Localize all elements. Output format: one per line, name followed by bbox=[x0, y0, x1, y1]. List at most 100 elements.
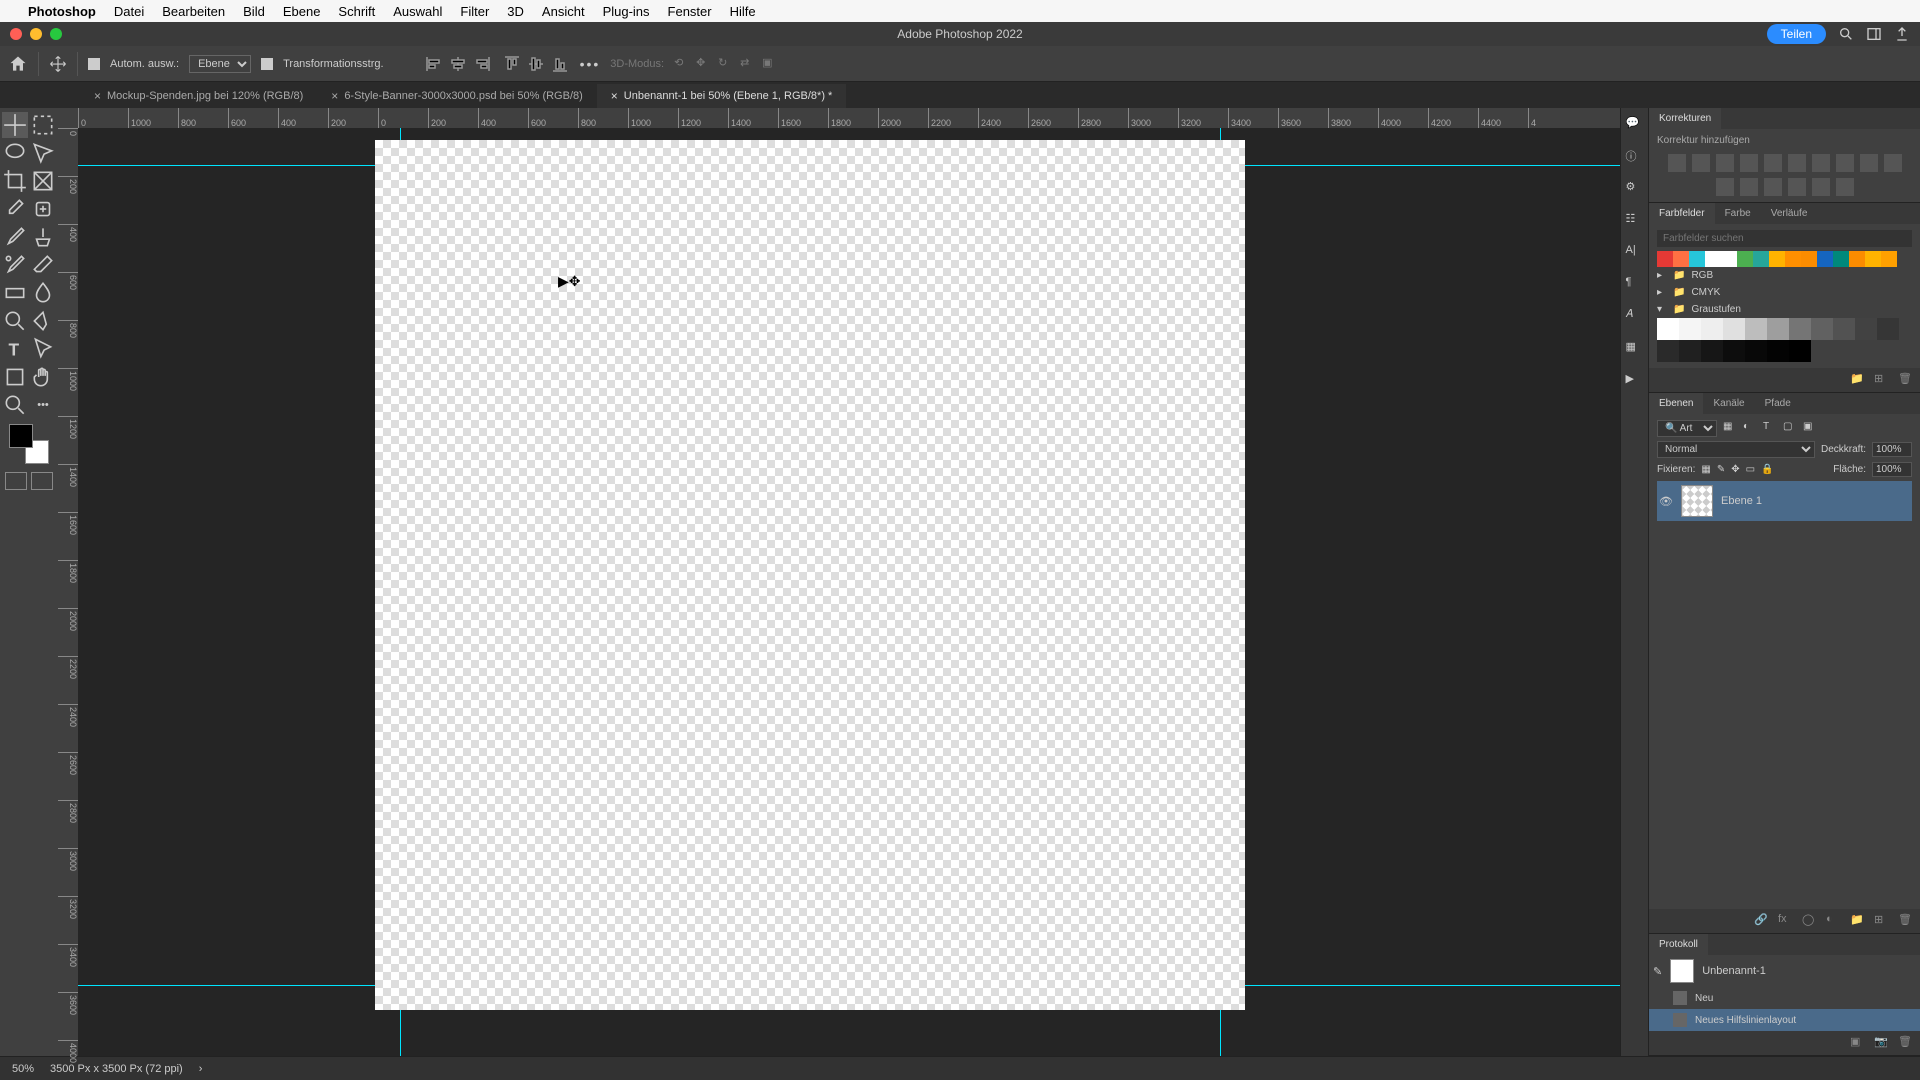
quick-mask-icon[interactable] bbox=[5, 472, 27, 490]
invert-icon[interactable] bbox=[1740, 178, 1758, 196]
history-brush-source-icon[interactable]: ✎ bbox=[1653, 965, 1662, 978]
curves-icon[interactable] bbox=[1716, 154, 1734, 172]
screen-mode-icon[interactable] bbox=[31, 472, 53, 490]
paragraph-icon[interactable]: ¶ bbox=[1626, 276, 1644, 294]
color-balance-icon[interactable] bbox=[1812, 154, 1830, 172]
lock-transparent-icon[interactable]: ▦ bbox=[1701, 464, 1710, 475]
layers-tab[interactable]: Ebenen bbox=[1649, 393, 1703, 414]
filter-type-icon[interactable]: T bbox=[1763, 421, 1779, 437]
new-group-icon[interactable]: 📁 bbox=[1850, 372, 1866, 388]
brightness-icon[interactable] bbox=[1668, 154, 1686, 172]
swatch[interactable] bbox=[1701, 318, 1723, 340]
align-vcenter[interactable] bbox=[526, 54, 546, 74]
history-tab[interactable]: Protokoll bbox=[1649, 934, 1708, 955]
swatch[interactable] bbox=[1753, 251, 1769, 267]
adjustment-layer-icon[interactable]: ◐ bbox=[1826, 913, 1842, 929]
document-canvas[interactable] bbox=[375, 140, 1245, 1010]
layer-thumbnail[interactable] bbox=[1681, 485, 1713, 517]
swatch[interactable] bbox=[1817, 251, 1833, 267]
hand-tool[interactable] bbox=[30, 364, 56, 390]
share-button[interactable]: Teilen bbox=[1767, 24, 1826, 44]
swatch[interactable] bbox=[1657, 340, 1679, 362]
swatch[interactable] bbox=[1745, 340, 1767, 362]
healing-tool[interactable] bbox=[30, 196, 56, 222]
layer-name[interactable]: Ebene 1 bbox=[1721, 495, 1762, 507]
threshold-icon[interactable] bbox=[1788, 178, 1806, 196]
layers-dock-icon[interactable]: ▦ bbox=[1626, 340, 1644, 358]
align-hcenter[interactable] bbox=[448, 54, 468, 74]
link-layers-icon[interactable]: 🔗 bbox=[1754, 913, 1770, 929]
history-item[interactable]: Neu bbox=[1649, 987, 1920, 1009]
align-left[interactable] bbox=[424, 54, 444, 74]
auto-select-target[interactable]: Ebene bbox=[189, 55, 251, 73]
delete-swatch-icon[interactable]: 🗑 bbox=[1898, 372, 1914, 388]
dodge-tool[interactable] bbox=[2, 308, 28, 334]
character-icon[interactable]: A| bbox=[1626, 244, 1644, 262]
chevron-right-icon[interactable]: › bbox=[199, 1063, 203, 1075]
group-icon[interactable]: 📁 bbox=[1850, 913, 1866, 929]
swatch[interactable] bbox=[1705, 251, 1721, 267]
workspace-icon[interactable] bbox=[1866, 26, 1882, 42]
canvas-viewport[interactable]: ▶✥ bbox=[78, 128, 1620, 1056]
color-picker[interactable] bbox=[9, 424, 49, 464]
channels-tab[interactable]: Kanäle bbox=[1703, 393, 1754, 414]
new-swatch-icon[interactable]: ⊞ bbox=[1874, 372, 1890, 388]
doc-info[interactable]: 3500 Px x 3500 Px (72 ppi) bbox=[50, 1063, 183, 1075]
blend-mode-select[interactable]: Normal bbox=[1657, 441, 1815, 458]
mask-icon[interactable]: ◯ bbox=[1802, 913, 1818, 929]
swatch[interactable] bbox=[1767, 318, 1789, 340]
swatch-group-cmyk[interactable]: ▸📁CMYK bbox=[1657, 284, 1912, 301]
new-layer-icon[interactable]: ⊞ bbox=[1874, 913, 1890, 929]
search-icon[interactable] bbox=[1838, 26, 1854, 42]
menu-layer[interactable]: Ebene bbox=[283, 4, 321, 19]
swatches-tab[interactable]: Farbfelder bbox=[1649, 203, 1715, 224]
swatch[interactable] bbox=[1833, 318, 1855, 340]
snapshot-icon[interactable]: 📷 bbox=[1874, 1035, 1890, 1051]
menu-window[interactable]: Fenster bbox=[668, 4, 712, 19]
layer-row[interactable]: 👁 Ebene 1 bbox=[1657, 481, 1912, 521]
path-select-tool[interactable] bbox=[30, 336, 56, 362]
filter-adjust-icon[interactable]: ◐ bbox=[1743, 421, 1759, 437]
zoom-tool[interactable] bbox=[2, 392, 28, 418]
lut-icon[interactable] bbox=[1716, 178, 1734, 196]
swatch-group-gray[interactable]: ▾📁Graustufen bbox=[1657, 301, 1912, 318]
delete-layer-icon[interactable]: 🗑 bbox=[1898, 913, 1914, 929]
zoom-level[interactable]: 50% bbox=[12, 1063, 34, 1075]
brush-tool[interactable] bbox=[2, 224, 28, 250]
menu-image[interactable]: Bild bbox=[243, 4, 265, 19]
adjustments-dock-icon[interactable]: ⚙ bbox=[1626, 180, 1644, 198]
posterize-icon[interactable] bbox=[1764, 178, 1782, 196]
swatch[interactable] bbox=[1745, 318, 1767, 340]
swatch[interactable] bbox=[1673, 251, 1689, 267]
more-options[interactable]: ••• bbox=[580, 56, 601, 72]
auto-select-checkbox[interactable] bbox=[88, 58, 100, 70]
hue-icon[interactable] bbox=[1788, 154, 1806, 172]
swatch[interactable] bbox=[1865, 251, 1881, 267]
swatch[interactable] bbox=[1721, 251, 1737, 267]
lasso-tool[interactable] bbox=[2, 140, 28, 166]
menu-file[interactable]: Datei bbox=[114, 4, 144, 19]
doc-tab-2[interactable]: ×6-Style-Banner-3000x3000.psd bei 50% (R… bbox=[317, 84, 596, 108]
swatch[interactable] bbox=[1723, 340, 1745, 362]
exposure-icon[interactable] bbox=[1740, 154, 1758, 172]
clone-stamp-tool[interactable] bbox=[30, 224, 56, 250]
window-maximize[interactable] bbox=[50, 28, 62, 40]
eyedropper-tool[interactable] bbox=[2, 196, 28, 222]
swatch[interactable] bbox=[1855, 318, 1877, 340]
new-doc-from-state-icon[interactable]: ▣ bbox=[1850, 1035, 1866, 1051]
move-tool[interactable] bbox=[2, 112, 28, 138]
visibility-icon[interactable]: 👁 bbox=[1659, 495, 1673, 508]
artboard-tool[interactable] bbox=[30, 112, 56, 138]
swatch[interactable] bbox=[1789, 318, 1811, 340]
comments-icon[interactable]: 💬 bbox=[1626, 116, 1644, 134]
shape-tool[interactable] bbox=[2, 364, 28, 390]
crop-tool[interactable] bbox=[2, 168, 28, 194]
align-bottom[interactable] bbox=[550, 54, 570, 74]
swatch[interactable] bbox=[1767, 340, 1789, 362]
history-document[interactable]: ✎ Unbenannt-1 bbox=[1649, 955, 1920, 987]
swatch[interactable] bbox=[1657, 251, 1673, 267]
window-close[interactable] bbox=[10, 28, 22, 40]
align-top[interactable] bbox=[502, 54, 522, 74]
history-brush-tool[interactable] bbox=[2, 252, 28, 278]
swatch[interactable] bbox=[1679, 340, 1701, 362]
